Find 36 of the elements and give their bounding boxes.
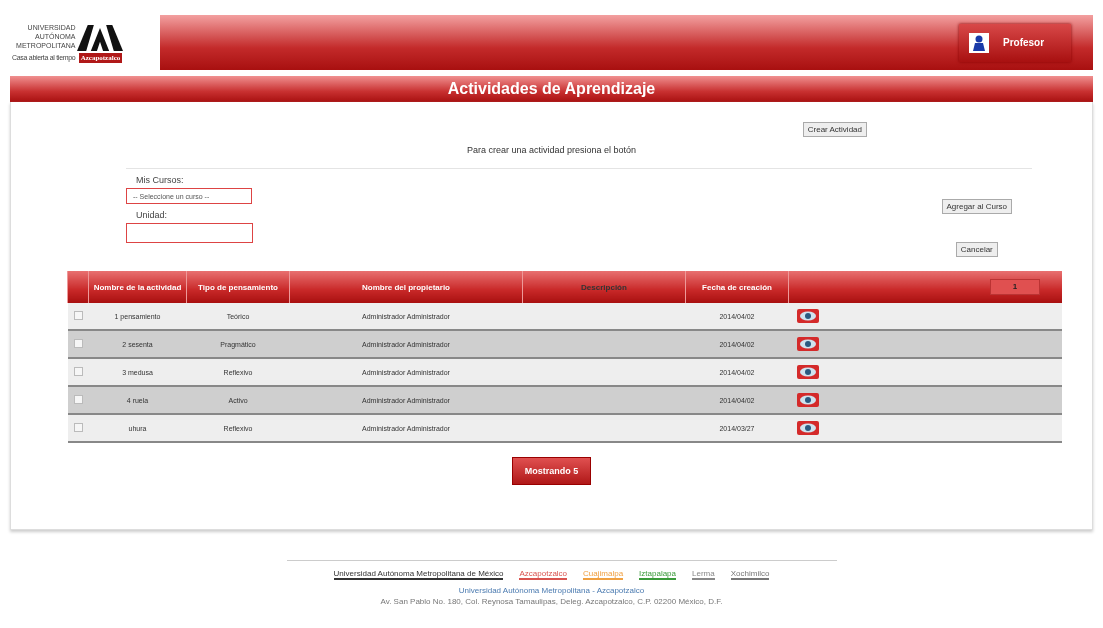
row-checkbox[interactable] xyxy=(73,395,83,404)
eye-icon[interactable] xyxy=(796,421,819,435)
logo-icon xyxy=(77,22,124,53)
column-header: Tipo de pensamiento xyxy=(186,271,290,303)
eye-icon[interactable] xyxy=(796,337,819,351)
eye-icon[interactable] xyxy=(796,365,819,379)
row-checkbox[interactable] xyxy=(73,339,83,348)
row-checkbox[interactable] xyxy=(73,367,83,376)
hint-text: Para crear una actividad presiona el botón xyxy=(465,145,638,155)
column-header: Descripción xyxy=(522,271,686,303)
page-title: Actividades de Aprendizaje xyxy=(447,80,656,98)
footer-link[interactable]: Universidad Autónoma Metropolitana de México xyxy=(333,569,504,580)
unit-link[interactable]: Azcapotzalco xyxy=(519,569,568,580)
eye-icon[interactable] xyxy=(796,393,819,407)
row-checkbox[interactable] xyxy=(73,423,83,432)
add-button[interactable]: Agregar al Curso xyxy=(941,199,1012,214)
column-header: Fecha de creación xyxy=(685,271,789,303)
footer-text: Universidad Autónoma Metropolitana - Azcapotzalco xyxy=(458,586,645,595)
create-button[interactable]: Crear Actividad xyxy=(802,122,867,137)
unit-link[interactable]: Iztapalapa xyxy=(639,569,676,580)
footer-text: Av. San Pablo No. 180, Col. Reynosa Tamaulipas, Deleg. Azcapotzalco, C.P. 02200 México, D.F. xyxy=(380,597,723,606)
user-button[interactable]: Profesor xyxy=(959,23,1071,62)
unit-link[interactable]: Lerma xyxy=(692,569,715,580)
unit-field[interactable] xyxy=(126,223,253,243)
eye-icon[interactable] xyxy=(796,309,819,323)
user-icon xyxy=(969,31,989,54)
cancel-button[interactable]: Cancelar xyxy=(955,242,998,257)
column-header: Nombre del propietario xyxy=(289,271,523,303)
show-button[interactable]: Mostrando 5 xyxy=(511,457,592,485)
unit-link[interactable]: Xochimilco xyxy=(730,569,770,580)
field-label: Mis Cursos: xyxy=(136,175,184,185)
table-header xyxy=(67,271,89,303)
column-header: Nombre de la actividad xyxy=(88,271,187,303)
field-label: Unidad: xyxy=(136,210,168,220)
row-checkbox[interactable] xyxy=(73,311,83,320)
page-box[interactable]: 1 xyxy=(990,279,1040,295)
